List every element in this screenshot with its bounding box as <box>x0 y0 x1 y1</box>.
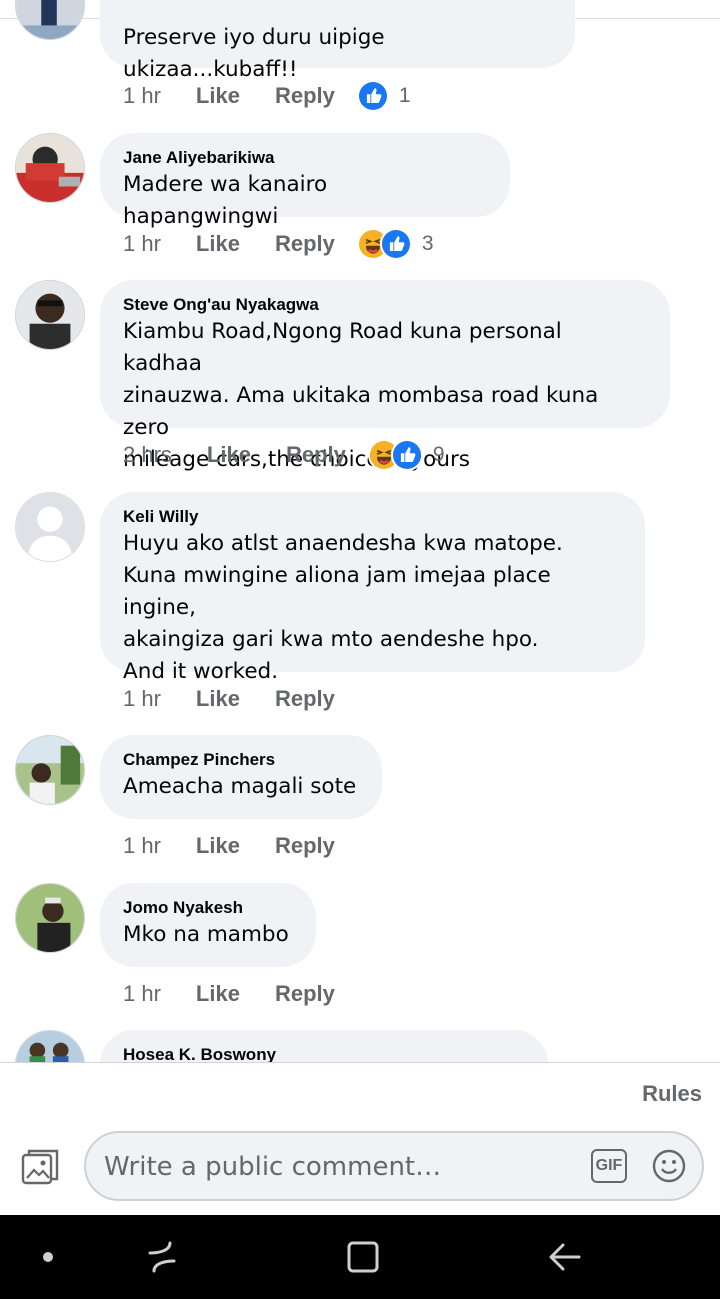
photo-icon[interactable] <box>20 1147 60 1187</box>
comment-bubble: Jomo Nyakesh Mko na mambo <box>100 883 316 967</box>
comment-author[interactable]: Keli Willy <box>123 506 621 528</box>
comment-feed[interactable]: Preserve iyo duru uipige ukizaa...kubaff… <box>0 0 720 1062</box>
comment-actions: 1 hr Like Reply <box>123 829 357 863</box>
comment-time: 2 hrs <box>123 442 172 467</box>
comment-bubble: Keli Willy Huyu ako atlst anaendesha kwa… <box>100 492 645 684</box>
reply-button[interactable]: Reply <box>275 833 335 859</box>
like-button[interactable]: Like <box>196 981 240 1007</box>
like-reaction-icon <box>379 228 412 260</box>
like-button[interactable]: Like <box>196 833 240 859</box>
comment-input[interactable]: Write a public comment… GIF <box>84 1131 704 1201</box>
comment-author[interactable]: Jane Aliyebarikiwa <box>123 147 486 169</box>
reaction-count: 3 <box>421 232 434 255</box>
reply-button[interactable]: Reply <box>275 83 335 109</box>
comment-text: Madere wa kanairo hapangwingwi <box>123 172 328 229</box>
reply-button[interactable]: Reply <box>275 231 335 257</box>
reactions[interactable]: 9 <box>367 439 445 471</box>
comment-actions: 1 hr Like Reply 1 <box>123 79 411 113</box>
like-reaction-icon <box>390 439 423 471</box>
comment-composer: Rules Write a public comment… GIF <box>0 1062 720 1215</box>
gif-button[interactable]: GIF <box>591 1149 627 1183</box>
avatar[interactable] <box>15 883 85 953</box>
comment-bubble: Preserve iyo duru uipige ukizaa...kubaff… <box>100 0 575 82</box>
avatar[interactable] <box>15 133 85 203</box>
comment-author[interactable]: Hosea K. Boswony <box>123 1044 524 1062</box>
like-reaction-icon <box>356 80 389 112</box>
smiley-icon[interactable] <box>652 1149 686 1183</box>
like-button[interactable]: Like <box>196 686 240 712</box>
comment-time: 1 hr <box>123 833 161 858</box>
comment-time: 1 hr <box>123 231 161 256</box>
avatar[interactable] <box>15 0 85 40</box>
comment-bubble: Hosea K. Boswony <box>100 1030 548 1062</box>
dot-icon[interactable] <box>28 1237 68 1277</box>
comment-time: 1 hr <box>123 981 161 1006</box>
reactions[interactable]: 3 <box>356 228 434 260</box>
reply-button[interactable]: Reply <box>275 981 335 1007</box>
reply-button[interactable]: Reply <box>275 686 335 712</box>
comment-text: Ameacha magali sote <box>123 774 357 799</box>
comment-bubble: Steve Ong'au Nyakagwa Kiambu Road,Ngong … <box>100 280 670 472</box>
like-button[interactable]: Like <box>207 442 251 468</box>
comment-actions: 1 hr Like Reply 3 <box>123 227 434 261</box>
rules-link[interactable]: Rules <box>642 1081 702 1107</box>
avatar[interactable] <box>15 735 85 805</box>
reactions[interactable]: 1 <box>356 80 411 112</box>
avatar[interactable] <box>15 1030 85 1062</box>
back-icon[interactable] <box>545 1237 585 1277</box>
comment-time: 1 hr <box>123 83 161 108</box>
avatar[interactable] <box>15 280 85 350</box>
comment-text: Preserve iyo duru uipige ukizaa...kubaff… <box>123 25 385 82</box>
comment-bubble: Champez Pinchers Ameacha magali sote <box>100 735 382 819</box>
comment-author[interactable]: Jomo Nyakesh <box>123 897 292 919</box>
comment-time: 1 hr <box>123 686 161 711</box>
comment-text: Huyu ako atlst anaendesha kwa matope. Ku… <box>123 531 563 684</box>
comment-actions: 1 hr Like Reply <box>123 682 357 716</box>
screen: Preserve iyo duru uipige ukizaa...kubaff… <box>0 0 720 1299</box>
avatar[interactable] <box>15 492 85 562</box>
android-navbar <box>0 1215 720 1299</box>
home-icon[interactable] <box>343 1237 383 1277</box>
reply-button[interactable]: Reply <box>286 442 346 468</box>
comment-actions: 2 hrs Like Reply 9 <box>123 438 445 472</box>
comment-actions: 1 hr Like Reply <box>123 977 357 1011</box>
comment-text: Mko na mambo <box>123 922 289 947</box>
reaction-count: 1 <box>398 84 411 107</box>
recents-icon[interactable] <box>142 1237 182 1277</box>
comment-bubble: Jane Aliyebarikiwa Madere wa kanairo hap… <box>100 133 510 229</box>
comment-author[interactable]: Champez Pinchers <box>123 749 358 771</box>
like-button[interactable]: Like <box>196 83 240 109</box>
comment-author[interactable]: Steve Ong'au Nyakagwa <box>123 294 646 316</box>
like-button[interactable]: Like <box>196 231 240 257</box>
reaction-count: 9 <box>432 443 445 466</box>
comment-input-placeholder[interactable]: Write a public comment… <box>104 1152 441 1182</box>
